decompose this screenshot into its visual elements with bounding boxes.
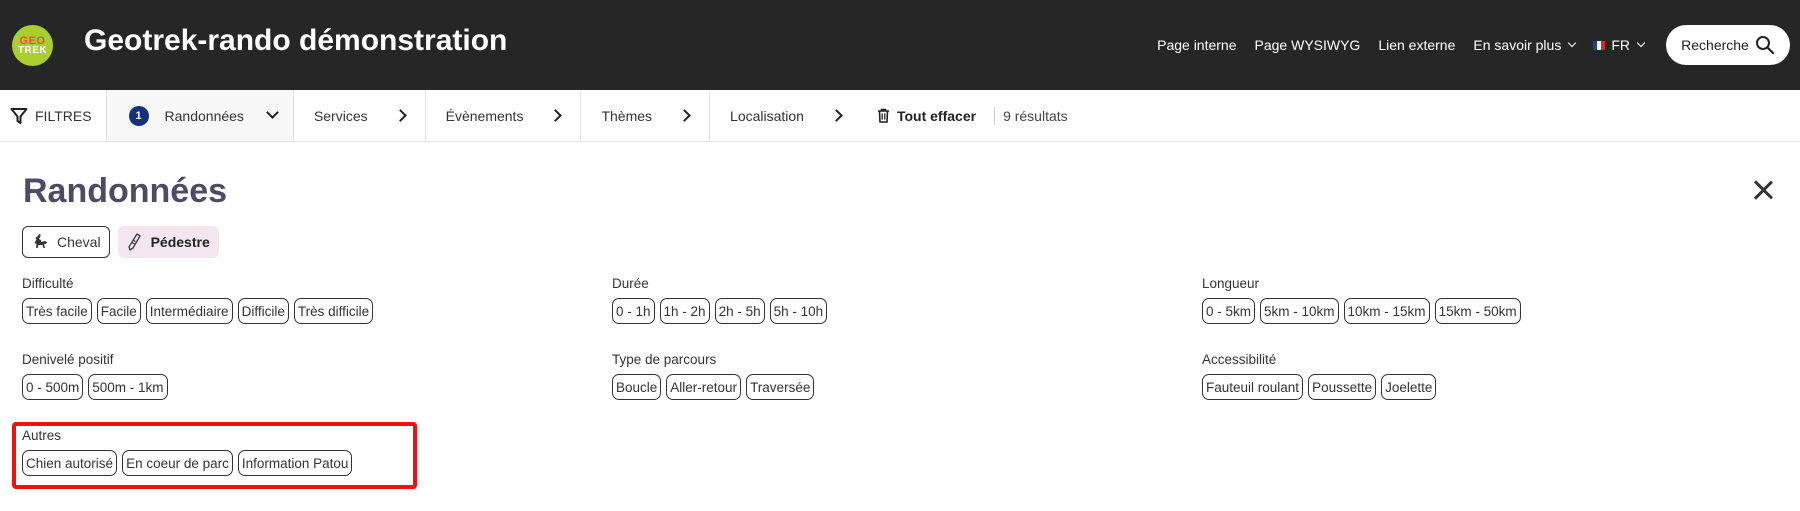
more-dropdown[interactable]: En savoir plus: [1473, 37, 1577, 53]
chip-duree-0-1h[interactable]: 0 - 1h: [612, 298, 655, 324]
group-label: Durée: [612, 276, 649, 291]
group-label: Longueur: [1202, 276, 1260, 291]
clear-all-label: Tout effacer: [896, 107, 977, 124]
site-title[interactable]: Geotrek-rando démonstration: [84, 24, 507, 58]
filter-panel-randonnees: Randonnées Cheval Pédestre Difficulté Tr…: [0, 142, 1800, 511]
chip-longueur-15-50km[interactable]: 15km - 50km: [1434, 298, 1521, 324]
chevron-right-icon: [678, 109, 691, 122]
chip-list: Très facile Facile Intermédiaire Diffici…: [22, 298, 374, 324]
filter-group-longueur: Longueur 0 - 5km 5km - 10km 10km - 15km …: [1202, 276, 1521, 324]
chip-longueur-10-15km[interactable]: 10km - 15km: [1343, 298, 1430, 324]
chip-information-patou[interactable]: Information Patou: [237, 450, 353, 476]
chip-denivele-0-500m[interactable]: 0 - 500m: [22, 374, 84, 400]
group-label: Difficulté: [22, 276, 74, 291]
active-filter-count-badge: 1: [128, 105, 149, 126]
chevron-right-icon: [830, 109, 843, 122]
chip-facile[interactable]: Facile: [96, 298, 141, 324]
chevron-down-icon: [1568, 38, 1577, 48]
chip-boucle[interactable]: Boucle: [612, 374, 662, 400]
top-header: GEO TREK Geotrek-rando démonstration Pag…: [0, 0, 1800, 90]
practice-selector: Cheval Pédestre: [22, 226, 219, 258]
filter-bar: FILTRES 1 Randonnées Services Évènements…: [0, 90, 1800, 142]
french-flag-icon: [1593, 40, 1606, 50]
more-dropdown-label: En savoir plus: [1473, 37, 1562, 53]
chip-poussette[interactable]: Poussette: [1308, 374, 1377, 400]
nav-link-lien-externe[interactable]: Lien externe: [1378, 37, 1455, 53]
filters-label: FILTRES: [35, 107, 92, 124]
funnel-icon: [10, 107, 28, 124]
chip-aller-retour[interactable]: Aller-retour: [666, 374, 742, 400]
geotrek-logo[interactable]: GEO TREK: [12, 25, 53, 66]
filter-group-autres: Autres Chien autorisé En coeur de parc I…: [22, 428, 353, 476]
chip-list: Fauteuil roulant Poussette Joelette: [1202, 374, 1437, 400]
chip-tres-difficile[interactable]: Très difficile: [293, 298, 374, 324]
chip-duree-5h-10h[interactable]: 5h - 10h: [769, 298, 828, 324]
group-label: Autres: [22, 428, 62, 443]
chip-en-coeur-de-parc[interactable]: En coeur de parc: [122, 450, 233, 476]
filter-group-denivele: Denivelé positif 0 - 500m 500m - 1km: [22, 352, 168, 400]
filter-group-duree: Durée 0 - 1h 1h - 2h 2h - 5h 5h - 10h: [612, 276, 828, 324]
chevron-right-icon: [549, 109, 563, 122]
divider: [994, 106, 996, 125]
chevron-down-icon: [1636, 38, 1646, 48]
language-selector[interactable]: FR: [1593, 37, 1646, 53]
tab-themes-label: Thèmes: [601, 107, 653, 124]
tab-services-label: Services: [313, 107, 368, 124]
filter-group-parcours: Type de parcours Boucle Aller-retour Tra…: [612, 352, 815, 400]
nav-link-page-interne[interactable]: Page interne: [1157, 37, 1236, 53]
nav-link-page-wysiwyg[interactable]: Page WYSIWYG: [1255, 37, 1361, 53]
practice-pedestre[interactable]: Pédestre: [117, 226, 219, 258]
chip-joelette[interactable]: Joelette: [1381, 374, 1437, 400]
chip-list: 0 - 5km 5km - 10km 10km - 15km 15km - 50…: [1202, 298, 1521, 324]
search-label: Recherche: [1681, 37, 1749, 53]
chip-duree-2h-5h[interactable]: 2h - 5h: [714, 298, 765, 324]
close-icon[interactable]: [1752, 179, 1774, 201]
tab-randonnees[interactable]: 1 Randonnées: [106, 90, 294, 141]
tab-localisation-label: Localisation: [730, 107, 804, 124]
language-label: FR: [1611, 37, 1630, 53]
filters-toggle[interactable]: FILTRES: [0, 90, 107, 141]
horse-rider-icon: [34, 234, 47, 248]
chip-tres-facile[interactable]: Très facile: [22, 298, 92, 324]
chip-denivele-500m-1km[interactable]: 500m - 1km: [88, 374, 168, 400]
practice-cheval-label: Cheval: [57, 234, 101, 250]
chip-list: 0 - 500m 500m - 1km: [22, 374, 168, 400]
hiking-boot-icon: [127, 233, 141, 251]
results-count: 9 résultats: [1003, 107, 1068, 124]
filter-group-difficulte: Difficulté Très facile Facile Intermédia…: [22, 276, 374, 324]
chevron-down-icon: [266, 106, 279, 119]
search-icon: [1755, 36, 1774, 55]
chip-longueur-5-10km[interactable]: 5km - 10km: [1260, 298, 1339, 324]
practice-pedestre-label: Pédestre: [150, 234, 210, 250]
chip-intermediaire[interactable]: Intermédiaire: [145, 298, 233, 324]
tab-localisation[interactable]: Localisation: [710, 90, 861, 141]
chip-duree-1h-2h[interactable]: 1h - 2h: [659, 298, 710, 324]
chevron-right-icon: [393, 109, 407, 122]
tab-randonnees-label: Randonnées: [164, 107, 244, 124]
chip-fauteuil-roulant[interactable]: Fauteuil roulant: [1202, 374, 1304, 400]
group-label: Denivelé positif: [22, 352, 114, 367]
chip-list: Boucle Aller-retour Traversée: [612, 374, 815, 400]
logo-text-bottom: TREK: [17, 44, 48, 56]
search-button[interactable]: Recherche: [1666, 25, 1790, 65]
chip-difficile[interactable]: Difficile: [237, 298, 289, 324]
group-label: Type de parcours: [612, 352, 717, 367]
main-nav: Page interne Page WYSIWYG Lien externe E…: [1157, 0, 1800, 90]
chip-chien-autorise[interactable]: Chien autorisé: [22, 450, 118, 476]
panel-title: Randonnées: [23, 172, 228, 210]
clear-all-button[interactable]: Tout effacer: [861, 90, 986, 141]
tab-evenements-label: Évènements: [445, 107, 524, 124]
tab-themes[interactable]: Thèmes: [581, 90, 711, 141]
group-label: Accessibilité: [1202, 352, 1277, 367]
tab-evenements[interactable]: Évènements: [426, 90, 582, 141]
tab-services[interactable]: Services: [294, 90, 426, 141]
chip-list: 0 - 1h 1h - 2h 2h - 5h 5h - 10h: [612, 298, 828, 324]
practice-cheval[interactable]: Cheval: [22, 226, 110, 258]
chip-traversee[interactable]: Traversée: [746, 374, 815, 400]
chip-list: Chien autorisé En coeur de parc Informat…: [22, 450, 353, 476]
chip-longueur-0-5km[interactable]: 0 - 5km: [1202, 298, 1256, 324]
trash-icon: [877, 108, 889, 123]
logo-text-top: GEO: [19, 34, 46, 47]
filter-group-accessibilite: Accessibilité Fauteuil roulant Poussette…: [1202, 352, 1437, 400]
